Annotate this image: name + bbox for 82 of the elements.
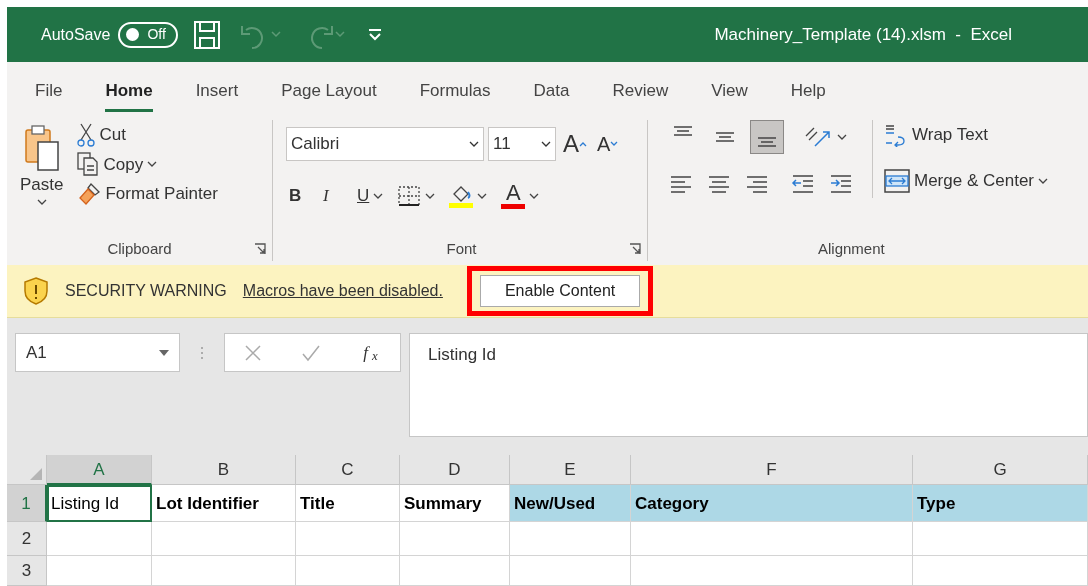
column-header[interactable]: C bbox=[296, 455, 400, 485]
ribbon-tab[interactable]: Formulas bbox=[419, 77, 491, 112]
table-cell: Type bbox=[913, 485, 1088, 522]
dialog-launcher-icon[interactable] bbox=[254, 243, 266, 255]
ribbon-tab[interactable]: Review bbox=[612, 77, 669, 112]
autosave-label: AutoSave bbox=[41, 24, 111, 45]
column-header[interactable]: A bbox=[47, 455, 152, 485]
align-bottom-button[interactable] bbox=[750, 120, 784, 154]
insert-function-button[interactable]: f$_{x}$ bbox=[360, 337, 381, 368]
save-icon[interactable] bbox=[194, 20, 221, 49]
paste-button[interactable]: Paste bbox=[17, 120, 67, 237]
merge-center-button[interactable]: Merge & Center bbox=[881, 165, 1051, 196]
dropdown-icon bbox=[159, 349, 169, 356]
ribbon-tab[interactable]: Help bbox=[790, 77, 826, 112]
copy-icon bbox=[77, 152, 100, 177]
bold-button[interactable]: B bbox=[286, 180, 312, 211]
caret-icon bbox=[837, 133, 847, 141]
table-cell: Lot Identifier bbox=[152, 485, 296, 522]
caret-icon bbox=[529, 191, 540, 200]
ribbon-tab[interactable]: File bbox=[35, 77, 63, 112]
italic-button[interactable]: I bbox=[320, 180, 346, 211]
wrap-text-button[interactable]: Wrap Text bbox=[881, 120, 1051, 150]
ribbon-tab[interactable]: Data bbox=[533, 77, 570, 112]
copy-button[interactable]: Copy bbox=[74, 149, 221, 179]
shield-icon bbox=[23, 276, 49, 306]
macros-link[interactable]: Macros have been disabled. bbox=[242, 279, 443, 303]
merge-cells-icon bbox=[884, 167, 910, 194]
caret-icon bbox=[469, 140, 479, 148]
font-size-field[interactable]: 11 bbox=[488, 127, 556, 161]
cut-button[interactable]: Cut bbox=[74, 120, 221, 150]
clipboard-icon bbox=[23, 122, 60, 172]
underline-button[interactable]: U bbox=[354, 180, 387, 211]
group-label: Clipboard bbox=[107, 240, 172, 257]
ribbon-tab[interactable]: Page Layout bbox=[281, 77, 377, 112]
ribbon-tab[interactable]: View bbox=[711, 77, 748, 112]
column-header[interactable]: F bbox=[631, 455, 913, 485]
group-label: Font bbox=[446, 240, 477, 257]
table-cell: Title bbox=[296, 485, 400, 522]
paintbrush-icon bbox=[77, 181, 102, 206]
format-painter-button[interactable]: Format Painter bbox=[74, 179, 221, 209]
caret-icon bbox=[1038, 176, 1048, 185]
row-header[interactable]: 3 bbox=[7, 556, 47, 586]
font-name-field[interactable]: Calibri bbox=[286, 127, 484, 161]
enter-icon[interactable] bbox=[301, 343, 322, 362]
scissors-icon bbox=[77, 122, 96, 147]
name-box[interactable]: A1 bbox=[15, 333, 180, 372]
align-bottom-icon bbox=[757, 137, 777, 147]
column-header[interactable]: G bbox=[913, 455, 1088, 485]
customize-icon[interactable] bbox=[368, 27, 383, 42]
column-header[interactable]: B bbox=[152, 455, 296, 485]
cancel-icon[interactable] bbox=[244, 343, 263, 362]
group-label: Alignment bbox=[818, 240, 885, 257]
window-title: Machinery_Template (14).xlsm - Excel bbox=[714, 23, 1013, 46]
caret-icon bbox=[147, 160, 158, 169]
align-top-icon bbox=[673, 126, 693, 136]
enable-content-button[interactable]: Enable Content bbox=[479, 275, 641, 307]
caret-icon bbox=[36, 197, 47, 206]
grow-font-button[interactable]: A bbox=[560, 124, 590, 164]
warning-label: SECURITY WARNING bbox=[65, 281, 227, 301]
grip-icon bbox=[200, 345, 204, 361]
row-header[interactable]: 1 bbox=[7, 485, 47, 522]
caret-icon bbox=[541, 140, 551, 148]
row-header[interactable]: 2 bbox=[7, 522, 47, 556]
autosave-toggle[interactable]: Off bbox=[118, 21, 179, 48]
formula-field[interactable]: Listing Id bbox=[409, 333, 1088, 437]
caret-icon bbox=[477, 191, 488, 200]
align-middle-icon bbox=[715, 132, 735, 142]
ribbon-tab[interactable]: Insert bbox=[195, 77, 239, 112]
increase-indent-icon bbox=[829, 172, 853, 196]
table-cell: New/Used bbox=[510, 485, 631, 522]
dialog-launcher-icon[interactable] bbox=[629, 243, 641, 255]
table-cell: Listing Id bbox=[47, 485, 152, 522]
font-color-button[interactable]: A bbox=[498, 180, 543, 211]
wrap-text-icon bbox=[884, 122, 908, 147]
borders-icon bbox=[397, 184, 422, 207]
caret-icon bbox=[425, 191, 436, 200]
shrink-font-button[interactable]: A bbox=[594, 127, 622, 161]
column-header[interactable]: E bbox=[510, 455, 631, 485]
caret-icon bbox=[373, 191, 384, 200]
decrease-indent-icon bbox=[791, 172, 815, 196]
table-cell: Category bbox=[631, 485, 913, 522]
column-header[interactable]: D bbox=[400, 455, 510, 485]
